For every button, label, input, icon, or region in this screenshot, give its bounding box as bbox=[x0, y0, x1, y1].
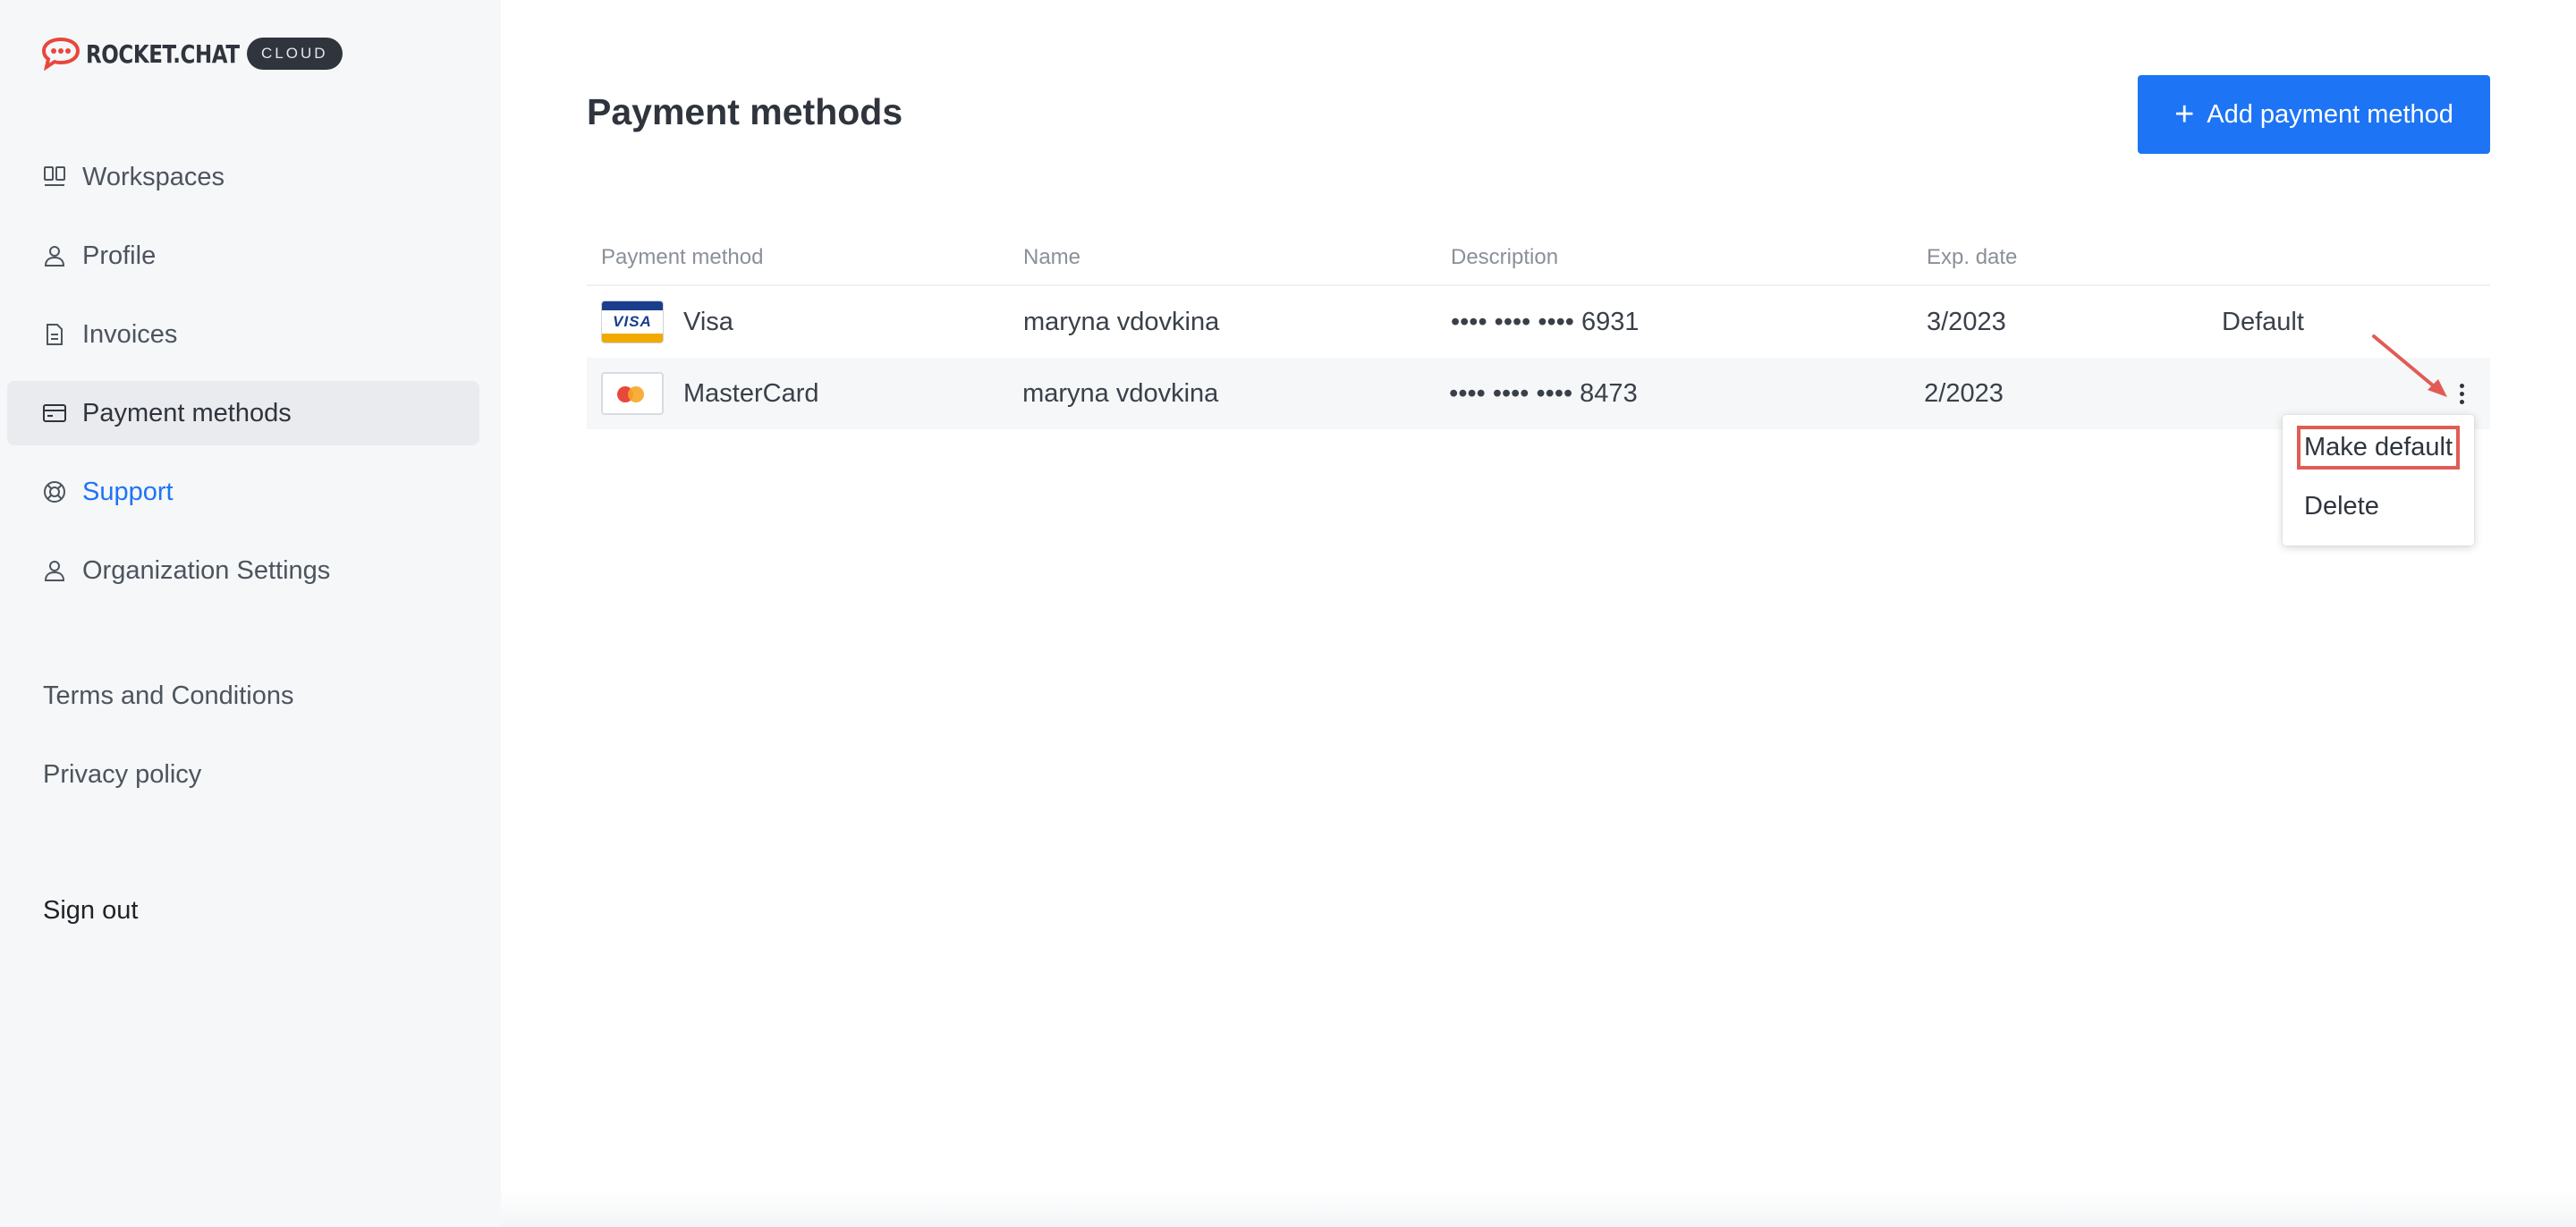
user-icon bbox=[41, 557, 68, 584]
visa-card-icon: VISA bbox=[601, 300, 664, 343]
add-payment-method-button[interactable]: + Add payment method bbox=[2138, 75, 2490, 154]
table-header: Payment method Name Description Exp. dat… bbox=[587, 231, 2490, 286]
column-header-name: Name bbox=[1023, 245, 1081, 269]
card-number-masked: •••• •••• •••• 6931 bbox=[1451, 307, 1640, 336]
make-default-menu-item[interactable]: Make default bbox=[2297, 426, 2461, 470]
sidebar-item-label: Organization Settings bbox=[82, 555, 331, 585]
table-row[interactable]: MasterCard maryna vdovkina •••• •••• •••… bbox=[587, 358, 2490, 429]
payment-methods-table: Payment method Name Description Exp. dat… bbox=[587, 231, 2490, 429]
add-payment-method-label: Add payment method bbox=[2207, 99, 2453, 129]
column-header-exp-date: Exp. date bbox=[1927, 245, 2018, 269]
brand-wordmark: ROCKET.CHAT bbox=[86, 38, 240, 69]
column-header-payment-method: Payment method bbox=[601, 245, 764, 269]
row-context-menu: Make default Delete bbox=[2283, 415, 2474, 546]
sidebar-item-label: Support bbox=[82, 477, 174, 506]
payment-method-name: Visa bbox=[683, 307, 733, 336]
rocket-chat-logo-icon bbox=[41, 37, 80, 72]
plus-icon: + bbox=[2174, 96, 2195, 133]
sidebar: ROCKET.CHAT CLOUD Workspaces Profile Inv… bbox=[0, 0, 501, 1227]
sidebar-item-label: Invoices bbox=[82, 319, 178, 349]
cardholder-name: maryna vdovkina bbox=[1022, 378, 1219, 408]
sidebar-item-support[interactable]: Support bbox=[7, 460, 479, 524]
terms-link[interactable]: Terms and Conditions bbox=[43, 681, 293, 711]
document-icon bbox=[41, 321, 68, 348]
annotation-arrow-icon bbox=[2372, 334, 2447, 397]
expiry-date: 2/2023 bbox=[1924, 378, 2004, 408]
cloud-badge: CLOUD bbox=[247, 38, 343, 70]
card-number-masked: •••• •••• •••• 8473 bbox=[1449, 378, 1638, 408]
sidebar-item-payment-methods[interactable]: Payment methods bbox=[7, 381, 479, 445]
brand[interactable]: ROCKET.CHAT CLOUD bbox=[41, 34, 343, 73]
sidebar-item-label: Profile bbox=[82, 241, 157, 270]
sign-out-link[interactable]: Sign out bbox=[43, 896, 138, 926]
sidebar-nav: Workspaces Profile Invoices Payment meth… bbox=[7, 145, 479, 617]
user-icon bbox=[41, 242, 68, 269]
sidebar-item-label: Payment methods bbox=[82, 398, 292, 427]
table-row[interactable]: VISA Visa maryna vdovkina •••• •••• ••••… bbox=[587, 286, 2490, 358]
main-content: Payment methods + Add payment method Pay… bbox=[501, 0, 2576, 1227]
mastercard-card-icon bbox=[601, 372, 664, 415]
delete-menu-item[interactable]: Delete bbox=[2297, 488, 2386, 525]
column-header-description: Description bbox=[1451, 245, 1559, 269]
sidebar-item-profile[interactable]: Profile bbox=[7, 224, 479, 288]
sidebar-item-workspaces[interactable]: Workspaces bbox=[7, 145, 479, 209]
lifebuoy-icon bbox=[41, 478, 68, 505]
workspaces-icon bbox=[41, 164, 68, 190]
cardholder-name: maryna vdovkina bbox=[1023, 307, 1220, 336]
credit-card-icon bbox=[41, 400, 68, 427]
sidebar-item-invoices[interactable]: Invoices bbox=[7, 302, 479, 367]
page-title: Payment methods bbox=[587, 91, 903, 132]
more-options-kebab-icon[interactable] bbox=[2451, 376, 2472, 411]
sidebar-item-organization-settings[interactable]: Organization Settings bbox=[7, 538, 479, 603]
sidebar-item-label: Workspaces bbox=[82, 162, 225, 191]
expiry-date: 3/2023 bbox=[1927, 307, 2006, 336]
privacy-link[interactable]: Privacy policy bbox=[43, 760, 201, 790]
payment-method-name: MasterCard bbox=[683, 378, 819, 408]
bottom-fade bbox=[501, 1191, 2576, 1227]
